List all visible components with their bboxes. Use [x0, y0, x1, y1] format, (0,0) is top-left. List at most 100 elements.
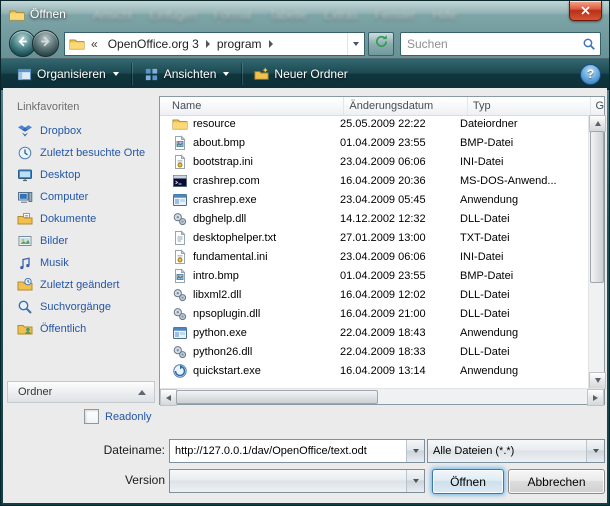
version-combobox[interactable] [169, 469, 425, 493]
file-row[interactable]: resource 25.05.2009 22:22 Dateiordner [160, 115, 589, 134]
vertical-scroll-thumb[interactable] [590, 131, 604, 283]
sidebar-item-pictures[interactable]: Bilder [7, 230, 155, 252]
file-row[interactable]: npsoplugin.dll 16.04.2009 21:00 DLL-Date… [160, 305, 589, 324]
new-folder-button[interactable]: Neuer Ordner [246, 63, 355, 85]
bitmap-icon [172, 268, 188, 284]
column-header-name[interactable]: Name [160, 97, 344, 115]
titlebar: Ansicht Einfügen Format Tabelle Extras F… [1, 1, 609, 28]
toolbar-separator [241, 63, 242, 85]
scroll-right-button[interactable] [587, 389, 604, 406]
views-label: Ansichten [164, 67, 217, 81]
file-row[interactable]: python.exe 22.04.2009 18:43 Anwendung [160, 324, 589, 343]
file-date: 16.04.2009 20:36 [340, 175, 426, 187]
breadcrumb-overflow-button[interactable]: « [87, 37, 102, 51]
sidebar-item-recent-places[interactable]: Zuletzt besuchte Orte [7, 142, 155, 164]
file-name: about.bmp [193, 137, 245, 149]
scroll-up-button[interactable] [589, 115, 606, 132]
dropbox-icon [17, 123, 33, 139]
navigation-bar: « OpenOffice.org 3 program [1, 28, 609, 58]
file-name: crashrep.exe [193, 194, 257, 206]
organize-icon [17, 67, 32, 82]
file-row[interactable]: crashrep.com 16.04.2009 20:36 MS-DOS-Anw… [160, 172, 589, 191]
sidebar-item-public[interactable]: Öffentlich [7, 318, 155, 340]
vertical-scrollbar[interactable] [588, 115, 604, 389]
forward-button[interactable] [32, 30, 59, 57]
application-icon [172, 192, 188, 208]
sidebar-item-label: Dokumente [40, 213, 96, 225]
filename-input[interactable] [170, 440, 406, 462]
file-type: DLL-Datei [460, 289, 510, 301]
file-name: fundamental.ini [193, 251, 268, 263]
file-name: crashrep.com [193, 175, 260, 187]
help-button[interactable]: ? [580, 64, 601, 85]
version-dropdown-button[interactable] [406, 470, 424, 492]
refresh-icon [374, 34, 389, 54]
file-row[interactable]: libxml2.dll 16.04.2009 12:02 DLL-Datei [160, 286, 589, 305]
column-header-type[interactable]: Typ [468, 97, 592, 115]
sidebar-item-desktop[interactable]: Desktop [7, 164, 155, 186]
file-row[interactable]: fundamental.ini 23.04.2009 06:06 INI-Dat… [160, 248, 589, 267]
column-header-size[interactable]: G [591, 97, 604, 115]
search-input[interactable] [401, 37, 578, 51]
file-row[interactable]: about.bmp 01.04.2009 23:55 BMP-Datei [160, 134, 589, 153]
file-row[interactable]: desktophelper.txt 27.01.2009 13:00 TXT-D… [160, 229, 589, 248]
sidebar-item-documents[interactable]: Dokumente [7, 208, 155, 230]
breadcrumb-segment[interactable]: program [211, 37, 268, 51]
file-row[interactable]: dbghelp.dll 14.12.2002 12:32 DLL-Datei [160, 210, 589, 229]
filename-combobox [169, 439, 425, 463]
file-row[interactable]: crashrep.exe 23.04.2009 05:45 Anwendung [160, 191, 589, 210]
refresh-button[interactable] [368, 32, 394, 56]
organize-button[interactable]: Organisieren [9, 63, 127, 85]
file-type: Dateiordner [460, 118, 517, 130]
close-button[interactable] [569, 1, 602, 21]
file-date: 23.04.2009 06:06 [340, 156, 426, 168]
location-folder-icon [69, 36, 85, 52]
sidebar-item-computer[interactable]: Computer [7, 186, 155, 208]
horizontal-scroll-thumb[interactable] [176, 390, 378, 404]
background-menu-item: Format [214, 8, 252, 22]
file-row[interactable]: python26.dll 22.04.2009 18:33 DLL-Datei [160, 343, 589, 362]
horizontal-scrollbar[interactable] [160, 388, 604, 404]
sidebar-item-label: Bilder [40, 235, 68, 247]
open-dialog-window: Ansicht Einfügen Format Tabelle Extras F… [0, 0, 610, 506]
sidebar-item-music[interactable]: Musik [7, 252, 155, 274]
file-date: 16.04.2009 13:14 [340, 365, 426, 377]
chevron-down-icon [113, 72, 119, 76]
file-type: Anwendung [460, 327, 518, 339]
readonly-checkbox[interactable] [84, 409, 99, 424]
folders-expander[interactable]: Ordner [7, 381, 155, 403]
sidebar-item-label: Computer [40, 191, 88, 203]
sidebar-item-searches[interactable]: Suchvorgänge [7, 296, 155, 318]
filetype-dropdown-button[interactable] [586, 440, 604, 462]
version-label: Version [43, 469, 165, 491]
new-folder-icon [254, 67, 269, 82]
background-menu-item: Extras [324, 8, 358, 22]
chevron-down-icon [353, 42, 359, 46]
searches-icon [17, 299, 33, 315]
background-menu-item: Fenster [375, 8, 416, 22]
address-dropdown-button[interactable] [347, 33, 364, 55]
sidebar-item-recently-changed[interactable]: Zuletzt geändert [7, 274, 155, 296]
chevron-up-icon [138, 390, 146, 395]
scroll-left-button[interactable] [160, 389, 177, 406]
text-icon [172, 230, 188, 246]
sidebar-item-dropbox[interactable]: Dropbox [7, 120, 155, 142]
dll-icon [172, 344, 188, 360]
open-button[interactable]: Öffnen [432, 469, 504, 494]
scroll-down-button[interactable] [589, 372, 606, 389]
filetype-combobox[interactable]: Alle Dateien (*.*) [427, 439, 605, 463]
file-name: libxml2.dll [193, 289, 241, 301]
views-button[interactable]: Ansichten [136, 63, 238, 85]
bitmap-icon [172, 135, 188, 151]
file-row[interactable]: quickstart.exe 16.04.2009 13:14 Anwendun… [160, 362, 589, 381]
file-name: desktophelper.txt [193, 232, 276, 244]
filename-dropdown-button[interactable] [406, 440, 424, 462]
file-date: 14.12.2002 12:32 [340, 213, 426, 225]
file-row[interactable]: intro.bmp 01.04.2009 23:55 BMP-Datei [160, 267, 589, 286]
address-bar[interactable]: « OpenOffice.org 3 program [64, 32, 365, 56]
file-row[interactable]: bootstrap.ini 23.04.2009 06:06 INI-Datei [160, 153, 589, 172]
cancel-button[interactable]: Abbrechen [508, 469, 605, 494]
readonly-label: Readonly [105, 411, 151, 423]
breadcrumb-segment[interactable]: OpenOffice.org 3 [102, 37, 205, 51]
column-header-date[interactable]: Änderungsdatum [344, 97, 468, 115]
